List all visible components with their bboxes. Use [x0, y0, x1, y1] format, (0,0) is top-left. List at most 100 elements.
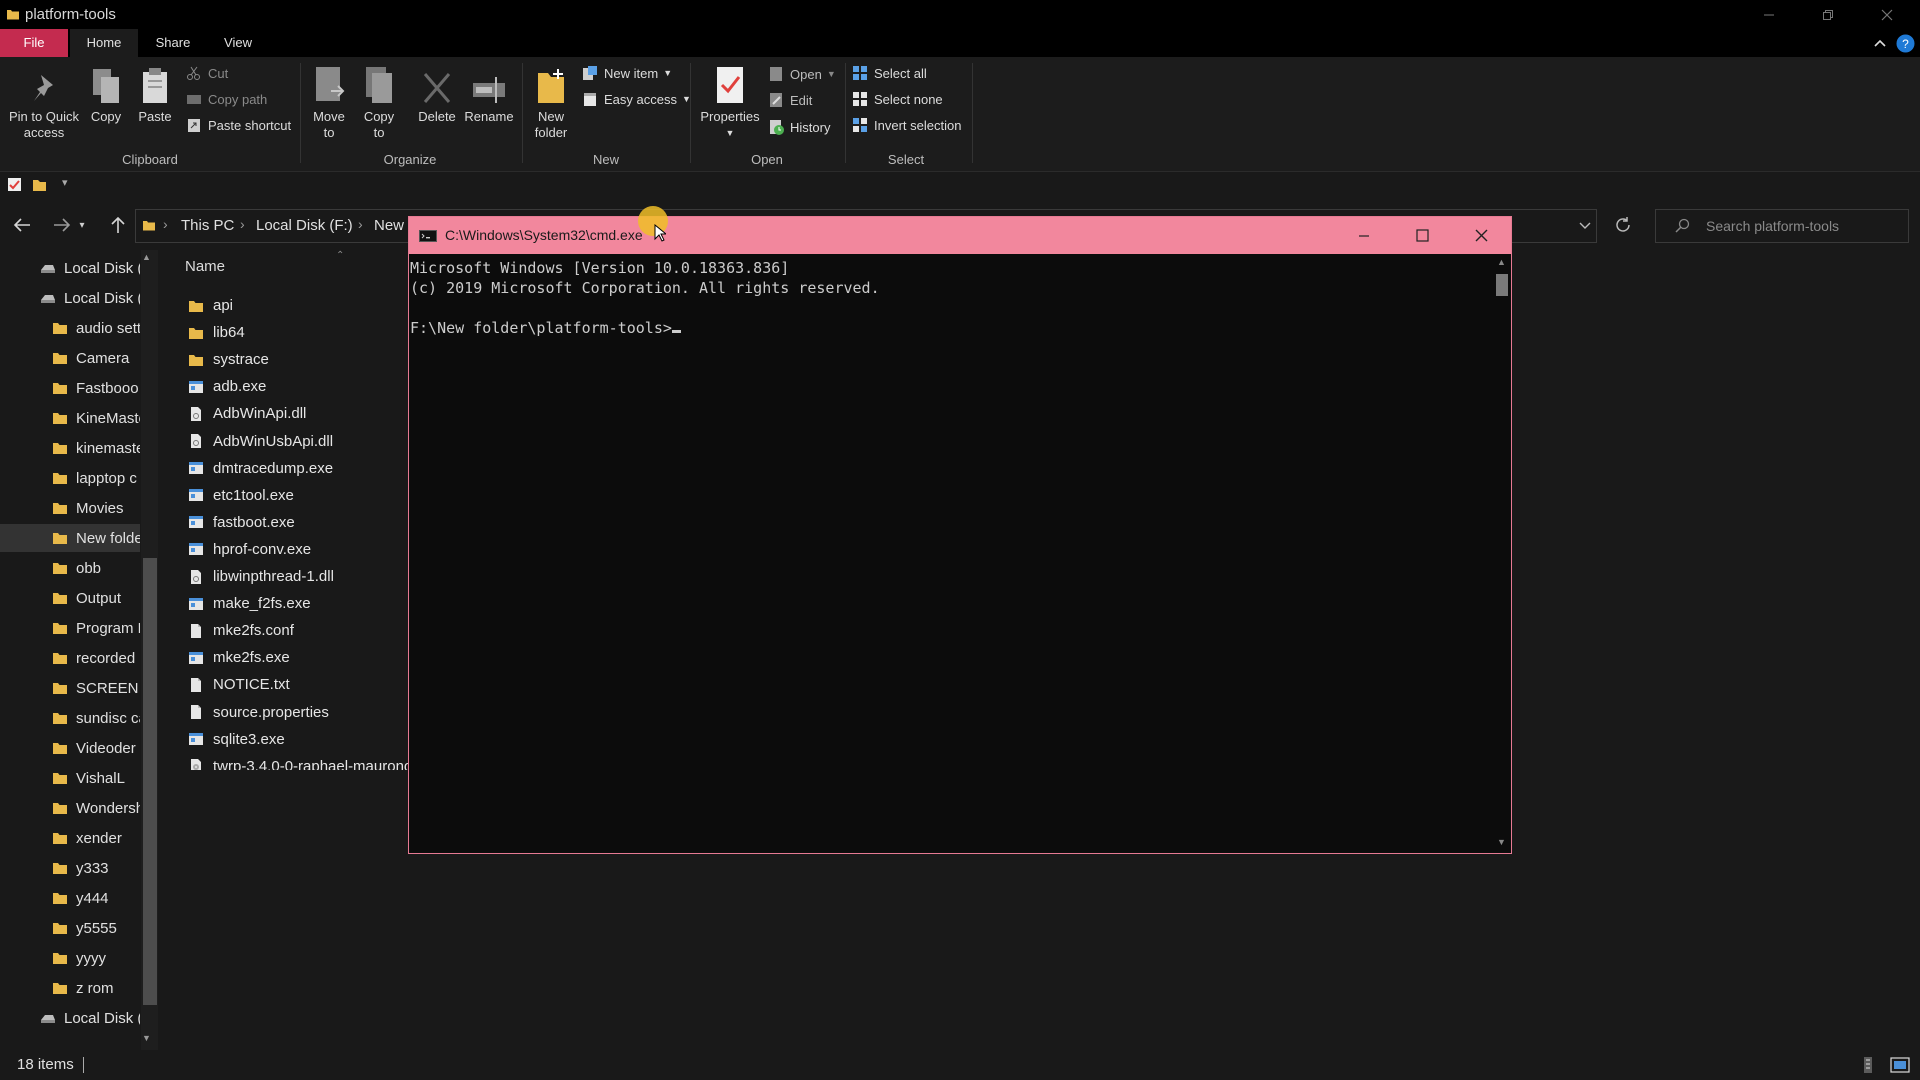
nav-item-folder[interactable]: Movies	[0, 494, 140, 522]
breadcrumb-this-pc[interactable]: This PC	[181, 217, 234, 234]
cmd-maximize-button[interactable]	[1393, 217, 1451, 254]
console-output[interactable]: Microsoft Windows [Version 10.0.18363.83…	[409, 254, 1493, 853]
nav-item-folder[interactable]: audio sett	[0, 314, 140, 342]
file-row[interactable]: systrace	[180, 346, 410, 373]
copy-button[interactable]: Copy	[86, 63, 126, 125]
tab-home[interactable]: Home	[70, 29, 138, 57]
move-to-button[interactable]: Move to	[308, 63, 350, 141]
back-arrow-icon[interactable]	[10, 213, 34, 237]
customize-toolbar-chevron-icon[interactable]: ▾	[62, 176, 68, 189]
nav-item-folder[interactable]: y333	[0, 854, 140, 882]
edit-button[interactable]: Edit	[768, 89, 812, 111]
nav-item-folder[interactable]: obb	[0, 554, 140, 582]
nav-item-folder[interactable]: y5555	[0, 914, 140, 942]
nav-item-folder[interactable]: Program F	[0, 614, 140, 642]
file-row[interactable]: source.properties	[180, 699, 410, 726]
breadcrumb-separator-icon[interactable]: ›	[358, 216, 363, 232]
file-row[interactable]: mke2fs.exe	[180, 644, 410, 671]
nav-item-folder[interactable]: SCREEN	[0, 674, 140, 702]
nav-item-folder[interactable]: xender	[0, 824, 140, 852]
paste-button[interactable]: Paste	[134, 63, 176, 125]
copy-to-button[interactable]: Copy to	[358, 63, 400, 141]
file-row[interactable]: NOTICE.txt	[180, 671, 410, 698]
scroll-down-arrow-icon[interactable]: ▼	[1497, 837, 1506, 847]
new-folder-button[interactable]: New folder	[530, 63, 572, 141]
select-none-button[interactable]: Select none	[852, 88, 943, 110]
nav-item-folder[interactable]: Output	[0, 584, 140, 612]
invert-selection-button[interactable]: Invert selection	[852, 114, 961, 136]
nav-item-folder[interactable]: New folde	[0, 524, 140, 552]
search-box[interactable]: Search platform-tools	[1655, 209, 1909, 243]
properties-check-icon[interactable]	[7, 177, 22, 192]
select-all-button[interactable]: Select all	[852, 62, 927, 84]
cut-button[interactable]: Cut	[186, 62, 228, 84]
open-button[interactable]: Open ▼	[768, 63, 836, 85]
tab-file[interactable]: File	[0, 29, 68, 57]
nav-item-folder[interactable]: z rom	[0, 974, 140, 1002]
cmd-titlebar[interactable]: C:\Windows\System32\cmd.exe	[409, 217, 1511, 254]
nav-pane-scrollbar-thumb[interactable]	[143, 558, 157, 1005]
file-row[interactable]: make_f2fs.exe	[180, 590, 410, 617]
up-arrow-icon[interactable]	[106, 213, 130, 237]
file-row[interactable]: twrp-3.4.0-0-raphael-mauronofrio.img	[180, 753, 410, 770]
tab-view[interactable]: View	[208, 29, 268, 57]
file-row[interactable]: dmtracedump.exe	[180, 455, 410, 482]
refresh-icon[interactable]	[1614, 216, 1632, 234]
nav-item-folder[interactable]: kinemaste	[0, 434, 140, 462]
new-folder-icon[interactable]	[32, 177, 47, 192]
cmd-scrollbar[interactable]	[1493, 254, 1510, 853]
new-item-button[interactable]: New item ▼	[582, 62, 672, 84]
file-row[interactable]: hprof-conv.exe	[180, 536, 410, 563]
file-row[interactable]: adb.exe	[180, 373, 410, 400]
delete-button[interactable]: Delete	[414, 63, 460, 125]
details-view-icon[interactable]	[1860, 1056, 1876, 1074]
console-prompt-line[interactable]: F:\New folder\platform-tools>	[410, 318, 1493, 338]
nav-item-folder[interactable]: Camera	[0, 344, 140, 372]
file-row[interactable]: libwinpthread-1.dll	[180, 563, 410, 590]
nav-item-folder[interactable]: VishalL	[0, 764, 140, 792]
minimize-button[interactable]	[1740, 0, 1798, 29]
file-row[interactable]: api	[180, 292, 410, 319]
history-button[interactable]: History	[768, 116, 830, 138]
collapse-ribbon-icon[interactable]	[1872, 35, 1888, 51]
nav-item-folder[interactable]: Videoder	[0, 734, 140, 762]
easy-access-button[interactable]: Easy access ▼	[582, 88, 691, 110]
nav-item-folder[interactable]: Fastbooo	[0, 374, 140, 402]
scroll-up-arrow-icon[interactable]: ▲	[142, 252, 151, 262]
breadcrumb-separator-icon[interactable]: ›	[163, 216, 168, 232]
file-row[interactable]: fastboot.exe	[180, 509, 410, 536]
address-history-chevron-icon[interactable]	[1578, 218, 1592, 232]
nav-item-folder[interactable]: y444	[0, 884, 140, 912]
pin-quick-access-button[interactable]: Pin to Quick access	[6, 63, 82, 141]
restore-button[interactable]	[1799, 0, 1857, 29]
tab-share[interactable]: Share	[140, 29, 206, 57]
paste-shortcut-button[interactable]: Paste shortcut	[186, 114, 291, 136]
help-icon[interactable]: ?	[1896, 34, 1915, 53]
file-row[interactable]: mke2fs.conf	[180, 617, 410, 644]
nav-item-folder[interactable]: sundisc ca	[0, 704, 140, 732]
file-row[interactable]: sqlite3.exe	[180, 726, 410, 753]
nav-item-drive[interactable]: Local Disk (	[0, 284, 140, 312]
nav-item-folder[interactable]: KineMaste	[0, 404, 140, 432]
copy-path-button[interactable]: Copy path	[186, 88, 267, 110]
cmd-minimize-button[interactable]	[1335, 217, 1393, 254]
nav-item-folder[interactable]: yyyy	[0, 944, 140, 972]
nav-item-folder[interactable]: lapptop c	[0, 464, 140, 492]
scroll-up-arrow-icon[interactable]: ▲	[1497, 257, 1506, 267]
cmd-close-button[interactable]	[1452, 217, 1510, 254]
rename-button[interactable]: Rename	[463, 63, 515, 125]
breadcrumb-separator-icon[interactable]: ›	[240, 216, 245, 232]
breadcrumb-new-folder[interactable]: New	[374, 217, 404, 234]
properties-button[interactable]: Properties ▼	[698, 63, 762, 141]
scroll-down-arrow-icon[interactable]: ▼	[142, 1033, 151, 1043]
file-row[interactable]: AdbWinApi.dll	[180, 400, 410, 427]
cmd-scrollbar-thumb[interactable]	[1496, 274, 1508, 296]
forward-arrow-icon[interactable]	[50, 213, 74, 237]
nav-item-folder[interactable]: Wondersh	[0, 794, 140, 822]
large-icons-view-icon[interactable]	[1890, 1056, 1910, 1074]
file-row[interactable]: lib64	[180, 319, 410, 346]
file-row[interactable]: AdbWinUsbApi.dll	[180, 428, 410, 455]
close-button[interactable]	[1858, 0, 1916, 29]
search-input[interactable]: Search platform-tools	[1706, 218, 1839, 234]
file-row[interactable]: etc1tool.exe	[180, 482, 410, 509]
